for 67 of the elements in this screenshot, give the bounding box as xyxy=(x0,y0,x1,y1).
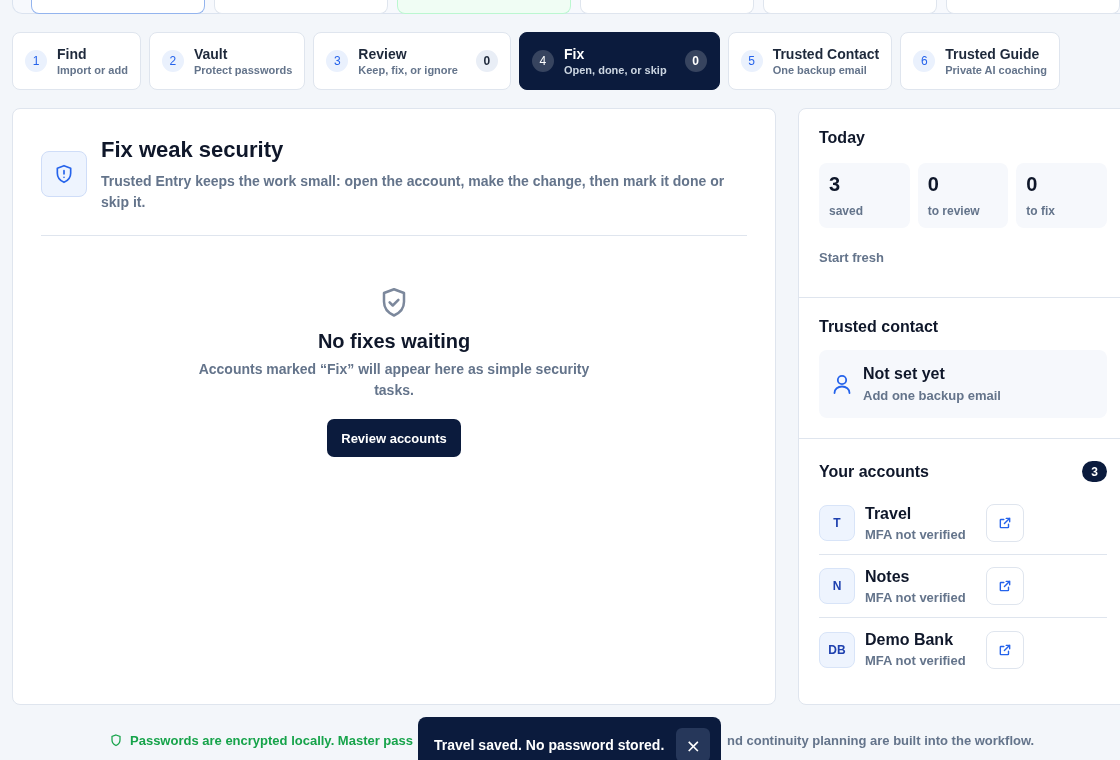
open-link-button[interactable] xyxy=(985,504,1024,542)
account-name: Travel xyxy=(865,504,913,523)
account-status: MFA not verified xyxy=(865,589,966,605)
empty-title: No fixes waiting xyxy=(317,330,471,353)
step-number: 6 xyxy=(913,50,936,72)
review-accounts-button[interactable]: Review accounts xyxy=(327,419,461,457)
stat-value: 3 xyxy=(829,173,842,196)
panel-title: Fix weak security xyxy=(101,137,285,163)
stat-label: to fix xyxy=(1026,204,1056,218)
person-icon xyxy=(833,374,851,394)
panel-description: Trusted Entry keeps the work small: open the account, make the change, then mark it done or skip it. xyxy=(101,172,726,212)
footer-text: Passwords are encrypted locally. Master pass xyxy=(130,733,413,748)
open-link-button[interactable] xyxy=(985,567,1024,605)
stat-label: saved xyxy=(829,204,865,218)
contact-status: Not set yet xyxy=(863,365,946,383)
step-title: Trusted Guide xyxy=(945,46,1041,62)
start-fresh-link[interactable]: Start fresh xyxy=(819,250,885,265)
step-title: Fix xyxy=(563,46,586,62)
account-initials: DB xyxy=(819,631,855,668)
account-name: Demo Bank xyxy=(865,631,955,649)
stat-value: 0 xyxy=(1026,173,1039,196)
footer-text: nd continuity planning are built into the workflow. xyxy=(727,733,1035,748)
stat-label: to review xyxy=(927,204,981,218)
external-link-icon xyxy=(997,579,1012,593)
close-button[interactable]: × xyxy=(676,728,711,760)
step-subtitle: One backup email xyxy=(772,64,868,76)
step-title: Vault xyxy=(193,46,229,62)
account-initials: T xyxy=(819,505,855,541)
step-tab[interactable]: 4 Fix Open, done, or skip 0 xyxy=(518,32,720,90)
shield-icon xyxy=(110,734,122,747)
step-title: Review xyxy=(358,46,408,62)
step-title: Find xyxy=(57,46,88,62)
step-subtitle: Private AI coaching xyxy=(945,64,1047,76)
step-count: 0 xyxy=(684,50,707,72)
account-status: MFA not verified xyxy=(865,653,966,668)
step-number: 2 xyxy=(161,50,184,72)
step-subtitle: Protect passwords xyxy=(193,64,293,76)
step-subtitle: Open, done, or skip xyxy=(563,64,667,76)
account-status: MFA not verified xyxy=(865,526,966,542)
empty-description: Accounts marked “Fix” will appear here as simple security tasks. xyxy=(197,360,591,400)
step-tab[interactable]: 3 Review Keep, fix, or ignore 0 xyxy=(313,32,511,90)
step-number: 5 xyxy=(740,50,763,72)
step-tab[interactable]: 1 Find Import or add xyxy=(12,32,141,90)
step-tab[interactable]: 5 Trusted Contact One backup email xyxy=(727,32,893,90)
step-number: 1 xyxy=(25,50,47,72)
section-title: Trusted contact xyxy=(819,318,940,336)
step-tab[interactable]: 6 Trusted Guide Private AI coaching xyxy=(900,32,1060,90)
step-subtitle: Import or add xyxy=(57,64,128,76)
section-title: Today xyxy=(819,129,866,147)
account-initials: N xyxy=(819,568,855,604)
step-number: 3 xyxy=(326,50,349,72)
account-count: 3 xyxy=(1082,461,1107,482)
contact-hint: Add one backup email xyxy=(863,388,1001,403)
account-name: Notes xyxy=(865,567,911,586)
shield-alert-icon xyxy=(41,151,87,197)
section-title: Your accounts xyxy=(819,462,929,481)
step-subtitle: Keep, fix, or ignore xyxy=(358,64,458,76)
step-count: 0 xyxy=(475,50,498,72)
external-link-icon xyxy=(997,642,1012,657)
stat-value: 0 xyxy=(927,173,940,196)
contact-card[interactable]: Not set yet Add one backup email xyxy=(819,350,1107,418)
external-link-icon xyxy=(997,516,1012,530)
toast-message: Travel saved. No password stored. xyxy=(434,737,665,753)
step-tab[interactable]: 2 Vault Protect passwords xyxy=(148,32,306,90)
step-number: 4 xyxy=(531,50,554,72)
step-title: Trusted Contact xyxy=(772,46,880,62)
open-link-button[interactable] xyxy=(985,630,1024,669)
